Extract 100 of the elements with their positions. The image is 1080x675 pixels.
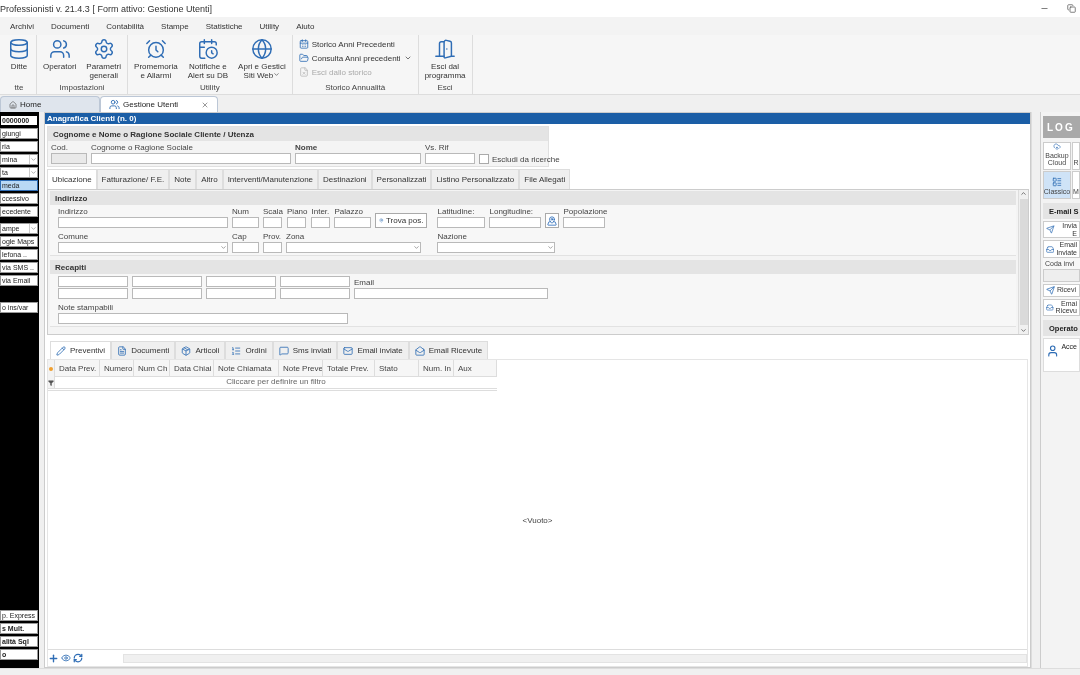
- input-field[interactable]: [263, 217, 282, 228]
- mail-icon: [343, 345, 354, 356]
- input-field[interactable]: [232, 242, 259, 253]
- column-header[interactable]: Aux: [454, 360, 497, 377]
- input-field[interactable]: [232, 217, 259, 228]
- input-field[interactable]: [58, 313, 348, 324]
- detail-tab[interactable]: Documenti: [111, 341, 176, 359]
- menu-item[interactable]: Aiuto: [290, 21, 326, 31]
- input-field[interactable]: [563, 217, 606, 228]
- map-button[interactable]: [545, 213, 560, 228]
- field-label: Cod.: [51, 143, 69, 152]
- form-title: Anagrafica Clienti (n. 0): [45, 113, 1030, 124]
- input-field[interactable]: [91, 153, 291, 164]
- form-tab[interactable]: Personalizzati: [371, 169, 432, 189]
- refresh-icon[interactable]: [73, 653, 83, 663]
- scrollbar[interactable]: [1018, 190, 1028, 334]
- ribbon-button[interactable]: Operatori: [41, 38, 79, 72]
- section-title: Cognome e Nome o Ragione Sociale Cliente / Utenza: [48, 127, 548, 141]
- column-header[interactable]: Stato: [375, 360, 419, 377]
- detail-tab[interactable]: Ordini: [225, 341, 273, 359]
- logo: LOG: [1043, 116, 1080, 138]
- column-header[interactable]: Note Preve: [279, 360, 323, 377]
- ribbon-button[interactable]: Apri e Gestici Siti Web: [236, 38, 288, 81]
- detail-tab[interactable]: Preventivi: [50, 341, 112, 359]
- ribbon-button[interactable]: Consulta Anni precedenti: [296, 52, 414, 64]
- input-field[interactable]: [295, 153, 421, 164]
- input-field[interactable]: [132, 276, 202, 287]
- field-label: Longitudine:: [489, 207, 535, 216]
- detail-tab[interactable]: Sms inviati: [272, 341, 338, 359]
- form-tab[interactable]: Altro: [196, 169, 223, 189]
- input-field[interactable]: [206, 288, 276, 299]
- column-header[interactable]: Numero: [100, 360, 134, 377]
- input-field[interactable]: [437, 217, 486, 228]
- column-header[interactable]: Data Prev.: [55, 360, 100, 377]
- field-label: Nazione: [437, 232, 468, 241]
- checkbox[interactable]: [479, 154, 489, 164]
- ribbon-button[interactable]: Ditte: [6, 38, 32, 72]
- column-header[interactable]: Num Ch: [134, 360, 170, 377]
- input-field[interactable]: [489, 217, 542, 228]
- ribbon-button[interactable]: Esci dal programma: [422, 38, 468, 81]
- form-tab[interactable]: Destinazioni: [318, 169, 372, 189]
- column-header[interactable]: Num. In: [419, 360, 454, 377]
- input-field[interactable]: [58, 217, 228, 228]
- combo-field[interactable]: [437, 242, 556, 253]
- eye-icon[interactable]: [61, 653, 71, 663]
- menu-item[interactable]: Archivi: [4, 21, 45, 31]
- close-icon[interactable]: [201, 100, 209, 109]
- input-field[interactable]: [132, 288, 202, 299]
- input-field[interactable]: [280, 276, 350, 287]
- form-tab[interactable]: Listino Personalizzato: [431, 169, 520, 189]
- input-field[interactable]: [206, 276, 276, 287]
- input-field[interactable]: [58, 276, 128, 287]
- window-title: Professionisti v. 21.4.3 [ Form attivo: Gestione Utenti]: [0, 3, 212, 14]
- menu-item[interactable]: Contabilità: [100, 21, 156, 31]
- box-icon: [181, 345, 192, 356]
- detail-tab[interactable]: Email Ricevute: [408, 341, 489, 359]
- scroll-down-icon[interactable]: [1020, 327, 1027, 334]
- add-icon[interactable]: [48, 652, 59, 664]
- form-tab[interactable]: Ubicazione: [47, 169, 97, 189]
- ribbon-button[interactable]: Notifiche e Alert su DB: [185, 38, 231, 81]
- scrollbar[interactable]: [123, 653, 1027, 663]
- combo-field[interactable]: [58, 242, 228, 253]
- input-field[interactable]: [425, 153, 475, 164]
- form-tab[interactable]: File Allegati: [519, 169, 571, 189]
- input-field[interactable]: [287, 217, 306, 228]
- input-field[interactable]: [311, 217, 331, 228]
- combo-field[interactable]: [286, 242, 421, 253]
- database-icon: [8, 38, 30, 60]
- menu-item[interactable]: Documenti: [45, 21, 101, 31]
- home-icon: [9, 100, 17, 109]
- document-tab[interactable]: Home: [0, 96, 100, 112]
- find-position-button[interactable]: Trova pos.: [375, 213, 428, 228]
- input-field[interactable]: [354, 288, 548, 299]
- column-header[interactable]: Note Chiamata: [214, 360, 279, 377]
- column-header[interactable]: Totale Prev.: [323, 360, 375, 377]
- column-header[interactable]: Data Chiai: [170, 360, 214, 377]
- ribbon-button[interactable]: Promemoria e Allarmi: [132, 38, 180, 81]
- open-mail-icon: [414, 345, 425, 356]
- queue-field[interactable]: [1043, 268, 1080, 282]
- ribbon-button[interactable]: Storico Anni Precedenti: [296, 38, 414, 50]
- input-field[interactable]: [280, 288, 350, 299]
- form-tab[interactable]: Interventi/Manutenzione: [222, 169, 319, 189]
- menu-item[interactable]: Statistiche: [199, 21, 254, 31]
- menu-item[interactable]: Utility: [253, 21, 291, 31]
- document-tab[interactable]: Gestione Utenti: [100, 96, 218, 112]
- input-field[interactable]: [334, 217, 372, 228]
- menu-item[interactable]: Stampe: [155, 21, 200, 31]
- input-field[interactable]: [58, 288, 128, 299]
- scroll-up-icon[interactable]: [1020, 190, 1027, 197]
- field-label: Prov.: [263, 232, 282, 241]
- ribbon-button[interactable]: Parametri generali: [84, 38, 124, 81]
- restore-icon[interactable]: [1067, 4, 1076, 13]
- field-label: Note stampabili: [58, 303, 115, 312]
- input-field[interactable]: [263, 242, 282, 253]
- detail-tab[interactable]: Email inviate: [337, 341, 409, 359]
- form-tab[interactable]: Note: [169, 169, 197, 189]
- calendar-clock-icon: [196, 38, 219, 60]
- form-tab[interactable]: Fatturazione/ F.E.: [96, 169, 170, 189]
- filter-hint[interactable]: Cliccare per definire un filtro: [55, 377, 497, 388]
- detail-tab[interactable]: Articoli: [175, 341, 226, 359]
